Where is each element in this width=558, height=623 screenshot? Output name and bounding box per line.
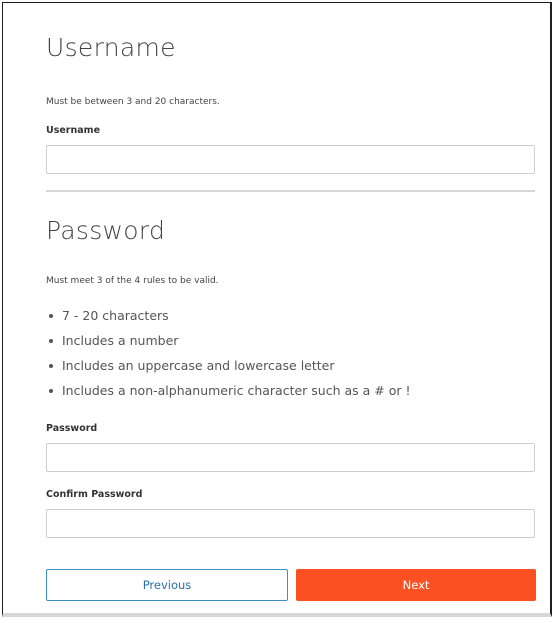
password-rule-text: Includes a number [62, 333, 179, 348]
password-hint: Must meet 3 of the 4 rules to be valid. [46, 276, 219, 286]
username-hint: Must be between 3 and 20 characters. [46, 97, 220, 107]
bullet-icon [49, 338, 53, 343]
section-divider [46, 190, 535, 192]
username-section-title: Username [46, 33, 176, 62]
password-rule-text: Includes an uppercase and lowercase lett… [62, 358, 335, 373]
registration-form-card: Username Must be between 3 and 20 charac… [2, 2, 552, 617]
confirm-password-label: Confirm Password [46, 489, 143, 500]
previous-button[interactable]: Previous [46, 569, 288, 601]
username-input[interactable] [46, 145, 535, 174]
next-button[interactable]: Next [296, 569, 536, 601]
password-rule-item: Includes an uppercase and lowercase lett… [46, 353, 410, 378]
password-rules-list: 7 - 20 characters Includes a number Incl… [46, 303, 410, 403]
password-input[interactable] [46, 443, 535, 472]
password-rule-text: 7 - 20 characters [62, 308, 169, 323]
bullet-icon [49, 363, 53, 368]
password-rule-item: Includes a number [46, 328, 410, 353]
bullet-icon [49, 313, 53, 318]
username-label: Username [46, 125, 101, 136]
password-rule-item: Includes a non-alphanumeric character su… [46, 378, 410, 403]
bullet-icon [49, 388, 53, 393]
password-label: Password [46, 423, 98, 434]
password-rule-item: 7 - 20 characters [46, 303, 410, 328]
confirm-password-input[interactable] [46, 509, 535, 538]
password-rule-text: Includes a non-alphanumeric character su… [62, 383, 411, 398]
password-section-title: Password [46, 216, 166, 245]
